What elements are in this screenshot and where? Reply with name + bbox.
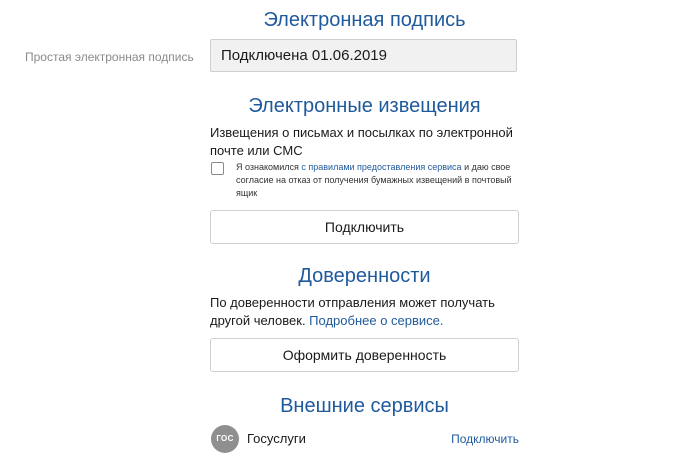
consent-checkbox[interactable] — [211, 162, 224, 175]
gosuslugi-logo-icon: ГОС — [211, 425, 239, 453]
notifications-description: Извещения о письмах и посылках по электр… — [210, 125, 513, 158]
proxy-more-link[interactable]: Подробнее о сервисе. — [309, 313, 443, 328]
connect-notifications-button[interactable]: Подключить — [210, 210, 519, 244]
consent-text: Я ознакомился с правилами предоставления… — [236, 161, 516, 200]
esign-label: Простая электронная подпись — [25, 50, 194, 64]
proxy-title: Доверенности — [298, 265, 431, 287]
external-services-title: Внешние сервисы — [280, 395, 449, 417]
consent-prefix: Я ознакомился — [236, 162, 302, 172]
create-proxy-button[interactable]: Оформить доверенность — [210, 338, 519, 372]
gosuslugi-name: Госуслуги — [247, 431, 306, 446]
notifications-title: Электронные извещения — [248, 95, 481, 117]
esign-title: Электронная подпись — [263, 9, 466, 31]
external-service-row: ГОС Госуслуги Подключить — [210, 425, 519, 455]
esign-status-field: Подключена 01.06.2019 — [210, 39, 517, 72]
gosuslugi-connect-link[interactable]: Подключить — [451, 432, 519, 446]
service-rules-link[interactable]: с правилами предоставления сервиса — [301, 162, 461, 172]
proxy-description: По доверенности отправления может получа… — [210, 294, 519, 330]
